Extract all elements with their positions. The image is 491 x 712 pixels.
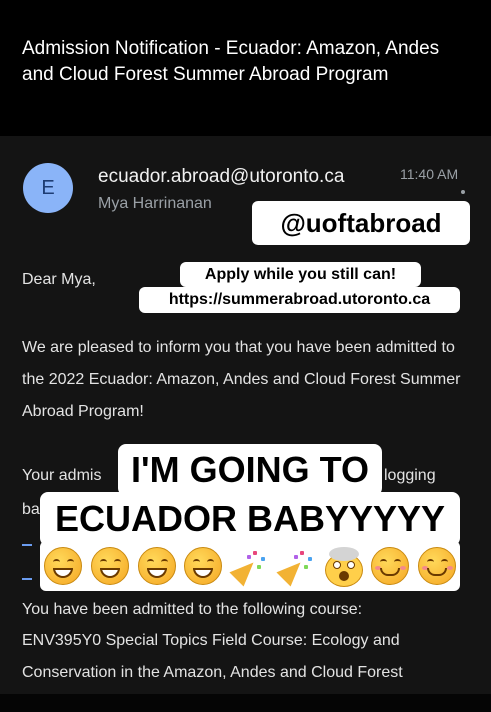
sender-avatar[interactable]: E [23, 163, 73, 213]
exploding-head-icon [324, 547, 363, 587]
course-intro: You have been admitted to the following … [22, 601, 363, 618]
smiling-face-icon [418, 547, 456, 585]
more-options-icon[interactable] [461, 190, 465, 194]
recipient-name: Mya Harrinanan [98, 195, 212, 212]
email-time: 11:40 AM [400, 166, 459, 182]
party-popper-icon [276, 547, 316, 587]
course-name-line1: ENV395Y0 Special Topics Field Course: Ec… [22, 632, 400, 649]
party-popper-icon [229, 547, 269, 587]
grinning-face-icon [44, 547, 82, 585]
grinning-face-icon [184, 547, 223, 585]
big-sticker-line1: I'M GOING TO [118, 444, 382, 496]
grinning-face-icon [90, 547, 129, 585]
sender-email[interactable]: ecuador.abroad@utoronto.ca [98, 166, 344, 188]
admission-paragraph: We are pleased to inform you that you ha… [22, 339, 461, 420]
bottom-bar [0, 694, 491, 712]
apply-sticker-line2: https://summerabroad.utoronto.ca [139, 287, 460, 313]
partial-text-line2: ba [22, 501, 40, 518]
big-sticker-line2: ECUADOR BABYYYYY [40, 492, 460, 546]
apply-sticker-line1: Apply while you still can! [180, 262, 421, 287]
subject-heading: Admission Notification - Ecuador: Amazon… [22, 38, 440, 85]
emoji-sticker-row [40, 541, 460, 591]
course-name-line2: Conservation in the Amazon, Andes and Cl… [22, 664, 403, 681]
grinning-face-icon [137, 547, 176, 585]
partial-text-start: Your admis [22, 467, 102, 484]
partial-text-end: logging [384, 467, 436, 484]
handle-sticker: @uoftabroad [252, 201, 470, 245]
link-fragment[interactable] [22, 528, 32, 546]
link-fragment[interactable] [22, 562, 32, 580]
smiling-face-icon [371, 547, 410, 585]
